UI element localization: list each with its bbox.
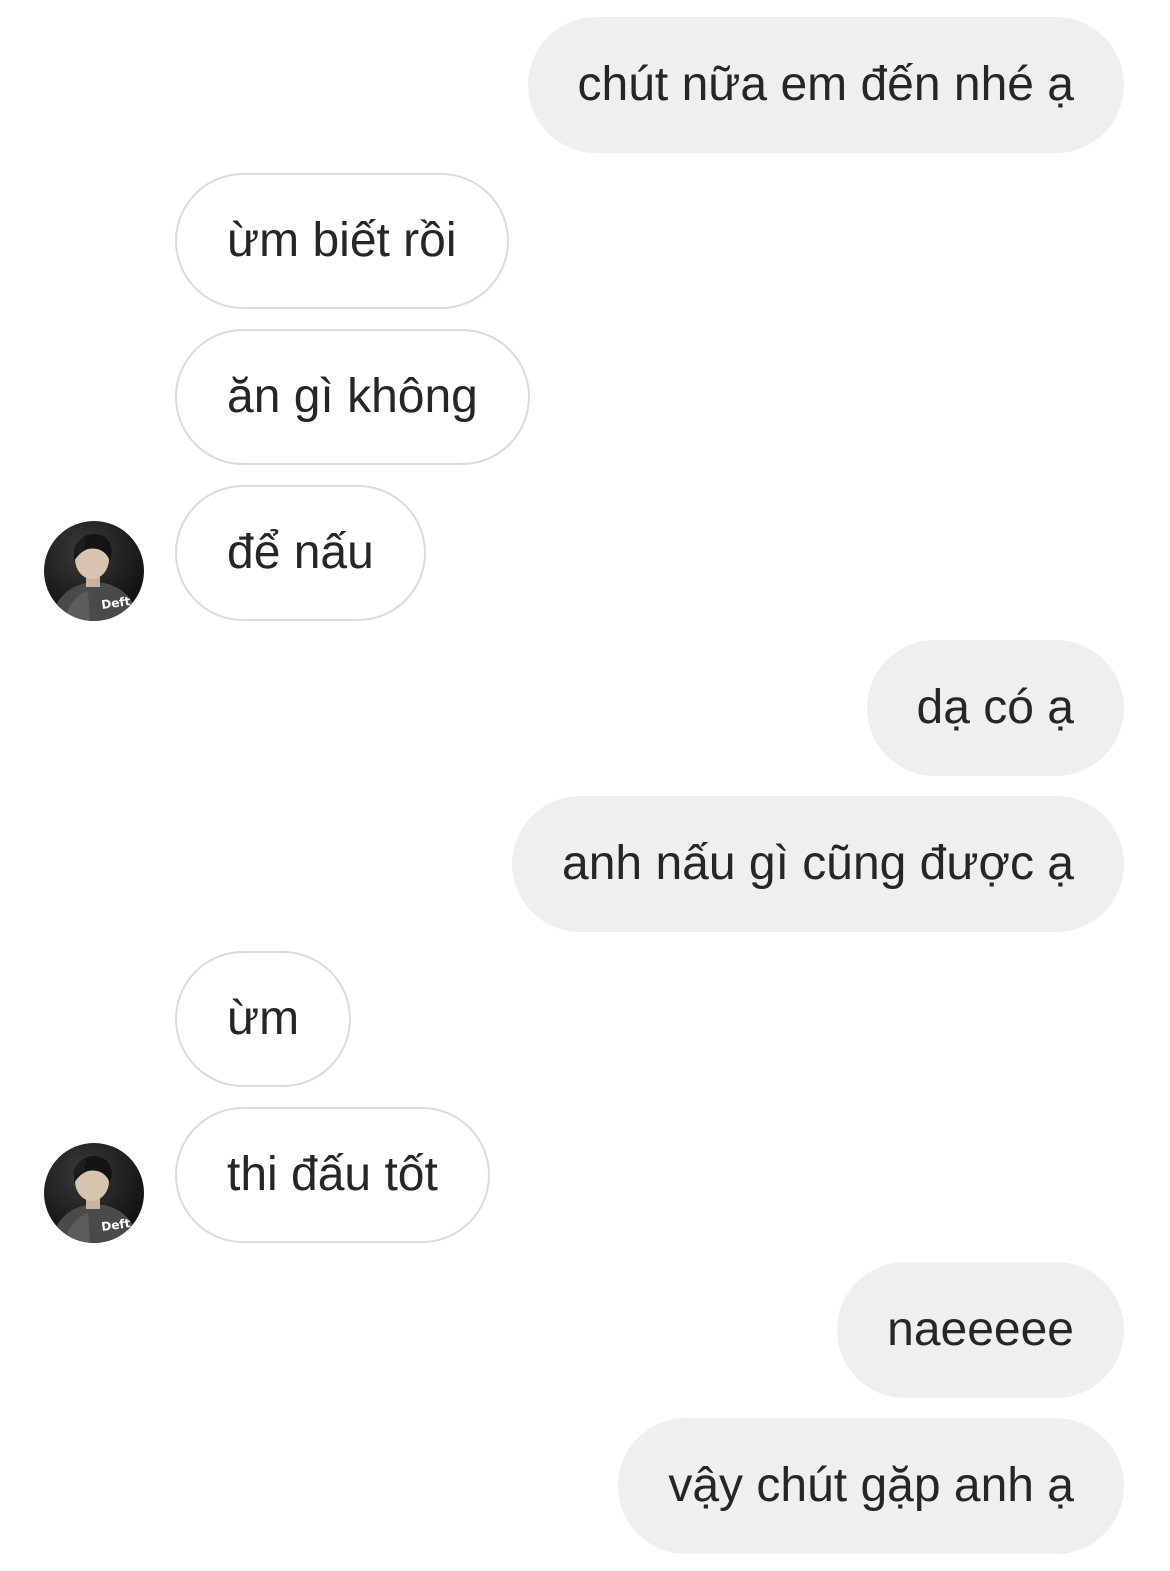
message-text: vậy chút gặp anh ạ (668, 1459, 1074, 1512)
contact-avatar[interactable]: Deft (44, 1143, 144, 1243)
message-bubble-outgoing[interactable]: naeeeee (837, 1262, 1124, 1398)
message-text: dạ có ạ (916, 681, 1074, 734)
message-text: ăn gì không (227, 370, 478, 423)
message-bubble-incoming[interactable]: để nấu (175, 485, 426, 621)
message-bubble-incoming[interactable]: ừm (175, 951, 352, 1087)
message-text: naeeeee (887, 1303, 1074, 1356)
message-bubble-outgoing[interactable]: vậy chút gặp anh ạ (618, 1418, 1124, 1554)
message-bubble-incoming[interactable]: ăn gì không (175, 329, 530, 465)
message-text: ừm biết rồi (227, 214, 457, 267)
message-bubble-incoming[interactable]: ừm biết rồi (175, 173, 509, 309)
message-text: anh nấu gì cũng được ạ (562, 837, 1074, 890)
message-bubble-outgoing[interactable]: anh nấu gì cũng được ạ (512, 796, 1124, 932)
contact-avatar-photo-icon: Deft (52, 1155, 138, 1243)
message-bubble-incoming[interactable]: thi đấu tốt (175, 1107, 490, 1243)
avatar-jacket-text: Deft (100, 1216, 131, 1234)
message-thread: chút nữa em đến nhé ạ ừm biết rồi ăn gì … (0, 0, 1170, 1571)
contact-avatar-photo-icon: Deft (52, 533, 138, 621)
message-text: thi đấu tốt (227, 1148, 438, 1201)
message-text: để nấu (227, 526, 374, 579)
message-bubble-outgoing[interactable]: dạ có ạ (866, 640, 1124, 776)
message-text: chút nữa em đến nhé ạ (577, 58, 1074, 111)
avatar-jacket-text: Deft (100, 594, 131, 612)
message-text: ừm (227, 992, 300, 1045)
contact-avatar[interactable]: Deft (44, 521, 144, 621)
message-bubble-outgoing[interactable]: chút nữa em đến nhé ạ (527, 17, 1124, 153)
